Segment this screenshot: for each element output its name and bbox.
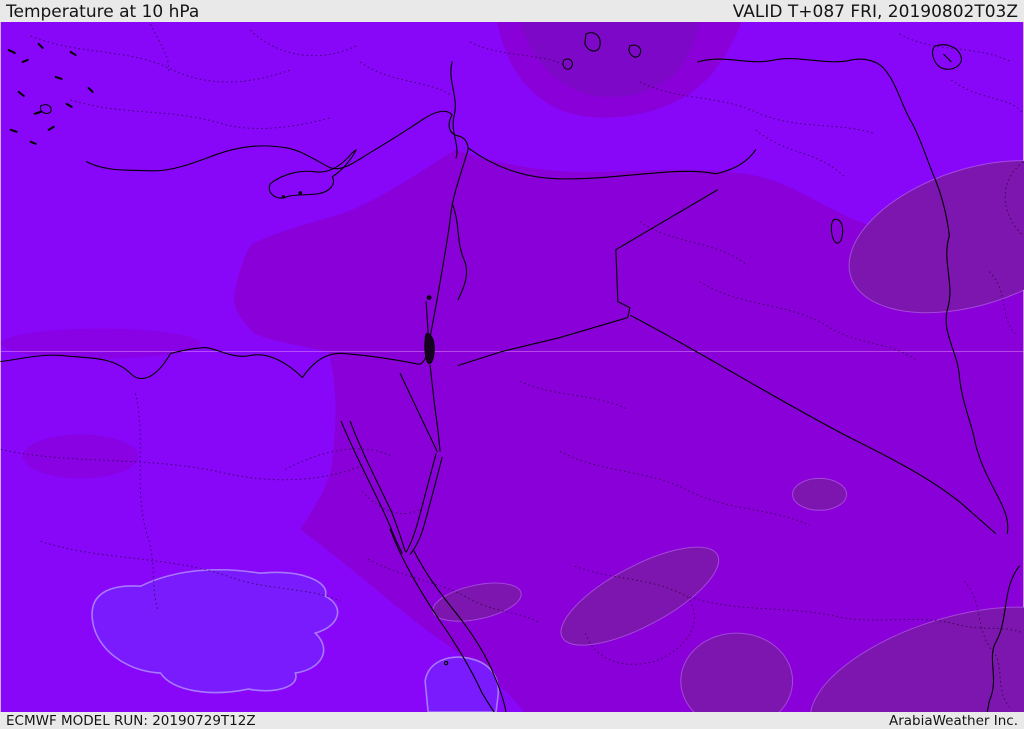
header-bar: Temperature at 10 hPa VALID T+087 FRI, 2… [0,0,1024,22]
cyprus-lake-dot [298,190,303,195]
shade-dark-spot [792,477,848,511]
shade-medium-ellipse-egypt [22,434,139,479]
cyprus-lake-dot2 [281,195,285,199]
forecast-map-screen: Temperature at 10 hPa VALID T+087 FRI, 2… [0,0,1024,729]
footer-bar: ECMWF MODEL RUN: 20190729T12Z ArabiaWeat… [0,712,1024,729]
weather-map-canvas [0,22,1024,712]
valid-time-label: VALID T+087 FRI, 20190802T03Z [732,2,1018,22]
weather-map [0,22,1024,712]
temperature-shading [0,22,1024,712]
model-run-label: ECMWF MODEL RUN: 20190729T12Z [6,713,256,729]
sea-of-galilee [426,295,432,300]
dead-sea [424,332,435,365]
brand-label: ArabiaWeather Inc. [888,713,1018,729]
map-title: Temperature at 10 hPa [6,2,200,22]
